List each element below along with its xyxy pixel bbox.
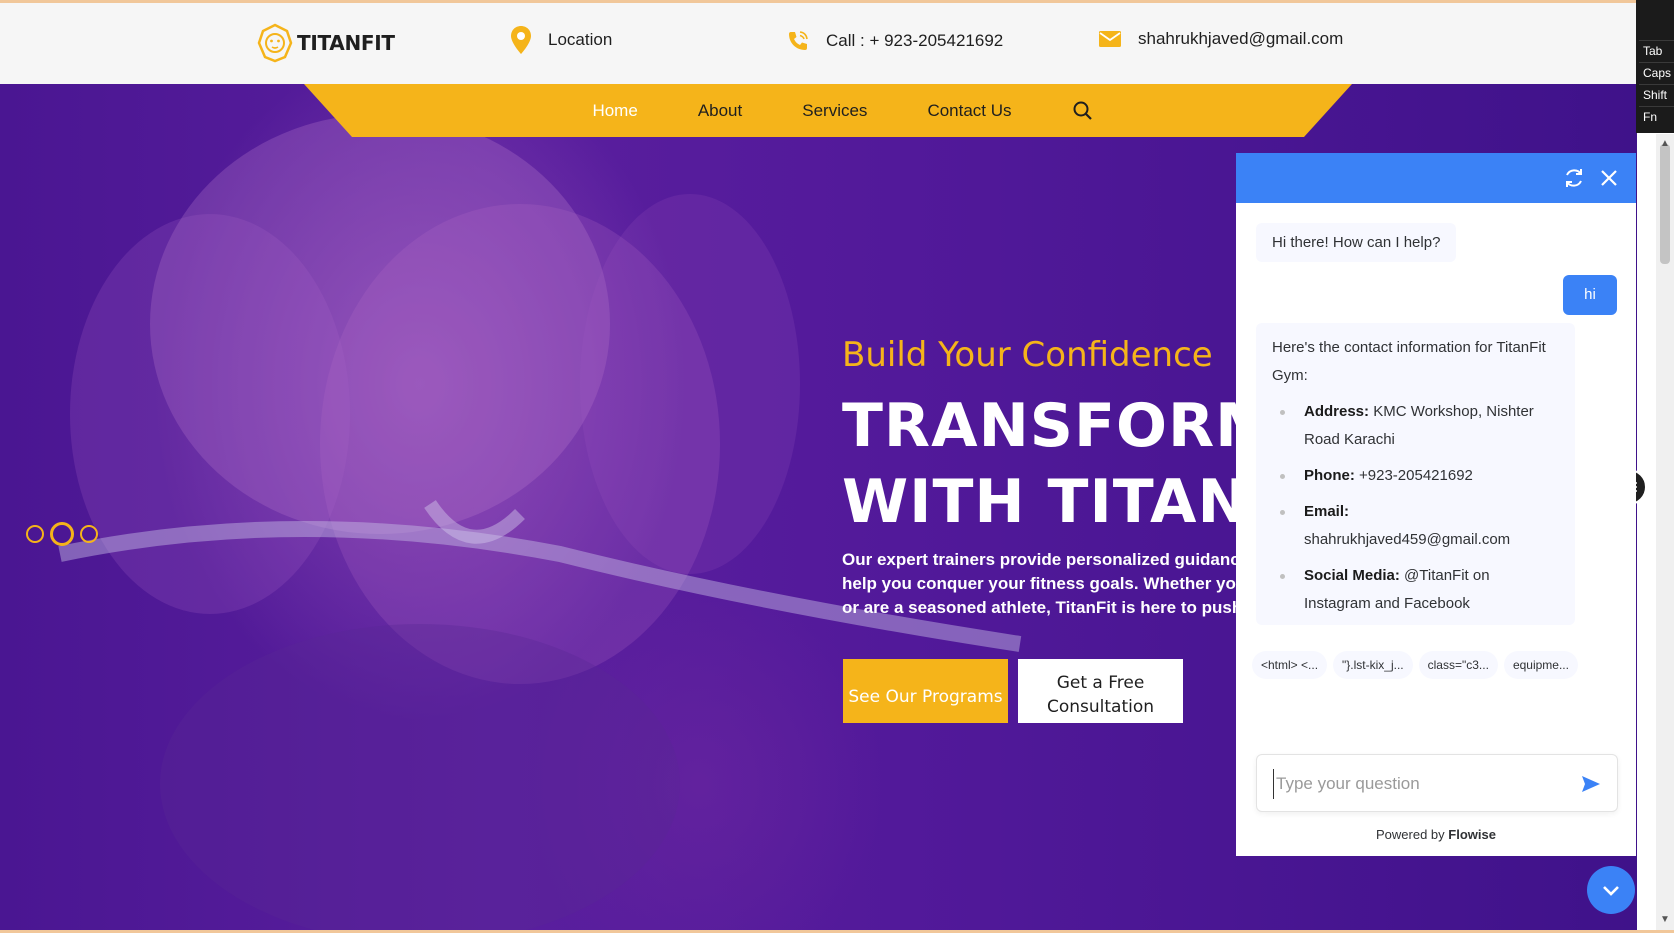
scroll-down-arrow-icon[interactable]: ▼ — [1660, 914, 1670, 925]
powered-by: Powered by Flowise — [1236, 827, 1636, 842]
see-programs-button[interactable]: See Our Programs — [843, 659, 1008, 723]
key-caps[interactable]: Caps — [1639, 62, 1674, 82]
onscreen-keyboard: Tab Caps Shift Fn — [1636, 0, 1674, 133]
header-call[interactable]: Call : + 923-205421692 — [786, 29, 1003, 53]
bottom-border — [0, 930, 1674, 941]
search-icon[interactable] — [1072, 100, 1094, 122]
header-email[interactable]: shahrukhjaved@gmail.com — [1098, 29, 1343, 49]
slider-dots — [26, 522, 104, 546]
list-item: Phone: +923-205421692 — [1272, 462, 1559, 490]
source-chip[interactable]: equipme... — [1503, 651, 1578, 679]
call-label: Call : + 923-205421692 — [826, 31, 1004, 50]
list-item: Email: shahrukhjaved459@gmail.com — [1272, 498, 1559, 554]
consult-label-line1: Get a Free — [1056, 673, 1145, 693]
contact-list: Address: KMC Workshop, Nishter Road Kara… — [1272, 398, 1559, 618]
nav-home[interactable]: Home — [592, 101, 637, 121]
page-scrollbar[interactable] — [1656, 134, 1674, 930]
location-label: Location — [548, 30, 613, 49]
hero-title: TRANSFORM WITH TITANF — [842, 388, 1237, 538]
main-nav: Home About Services Contact Us — [304, 84, 1352, 137]
hero-title-line1: TRANSFORM — [842, 391, 1237, 461]
brand-name: TITANFIT — [297, 31, 395, 55]
list-item: Social Media: @TitanFit on Instagram and… — [1272, 562, 1559, 618]
map-pin-icon — [511, 26, 531, 54]
bot-message: Here's the contact information for Titan… — [1256, 323, 1575, 625]
chatbot-window: Hi there! How can I help? hi Here's the … — [1236, 153, 1636, 856]
source-chip[interactable]: <html> <... — [1252, 651, 1328, 679]
chat-header — [1236, 153, 1636, 203]
nav-about[interactable]: About — [698, 101, 742, 121]
nav-services[interactable]: Services — [802, 101, 867, 121]
logo[interactable]: TITANFIT — [257, 23, 395, 63]
header-location[interactable]: Location — [510, 25, 612, 55]
key-shift[interactable]: Shift — [1639, 84, 1674, 104]
scroll-up-arrow-icon[interactable]: ▲ — [1660, 138, 1670, 149]
hero-desc-line2: help you conquer your fitness goals. Whe… — [842, 574, 1237, 593]
slider-dot-3[interactable] — [80, 525, 98, 543]
scrollbar-thumb[interactable] — [1660, 144, 1670, 264]
envelope-icon — [1099, 31, 1121, 47]
reply-intro: Here's the contact information for Titan… — [1272, 339, 1546, 384]
lion-logo-icon — [257, 23, 293, 63]
source-chip[interactable]: class="c3... — [1418, 651, 1498, 679]
list-item: Address: KMC Workshop, Nishter Road Kara… — [1272, 398, 1559, 454]
phone-icon — [789, 31, 808, 50]
chat-toggle-button[interactable] — [1587, 866, 1635, 914]
key-fn[interactable]: Fn — [1639, 106, 1674, 126]
slider-dot-1[interactable] — [26, 525, 44, 543]
source-chips: <html> <... "}.lst-kix_j... class="c3...… — [1252, 651, 1584, 679]
refresh-icon[interactable] — [1562, 166, 1586, 190]
key-tab[interactable]: Tab — [1639, 40, 1674, 60]
email-label: shahrukhjaved@gmail.com — [1138, 29, 1344, 48]
hero-subtitle: Build Your Confidence — [842, 335, 1213, 375]
source-chip[interactable]: "}.lst-kix_j... — [1333, 651, 1413, 679]
hero-title-line2: WITH TITANF — [842, 467, 1237, 537]
powered-brand[interactable]: Flowise — [1448, 827, 1496, 842]
close-icon[interactable] — [1598, 167, 1620, 189]
chevron-down-icon — [1603, 886, 1619, 896]
site-header: TITANFIT Location Call : + 923-205421692… — [0, 3, 1637, 84]
powered-prefix: Powered by — [1376, 827, 1449, 842]
consult-label-line2: Consultation — [1046, 697, 1155, 717]
hero-description: Our expert trainers provide personalized… — [842, 548, 1237, 622]
question-input[interactable] — [1273, 769, 1573, 799]
bot-message: Hi there! How can I help? — [1256, 223, 1457, 262]
chat-input-box — [1256, 754, 1618, 812]
hero-desc-line1: Our expert trainers provide personalized… — [842, 550, 1237, 569]
hero-desc-line3: or are a seasoned athlete, TitanFit is h… — [842, 598, 1237, 617]
nav-contact[interactable]: Contact Us — [927, 101, 1011, 121]
send-icon[interactable] — [1579, 772, 1603, 796]
free-consultation-button[interactable]: Get a Free Consultation — [1018, 659, 1183, 723]
slider-dot-2[interactable] — [50, 522, 74, 546]
user-message: hi — [1563, 275, 1617, 315]
